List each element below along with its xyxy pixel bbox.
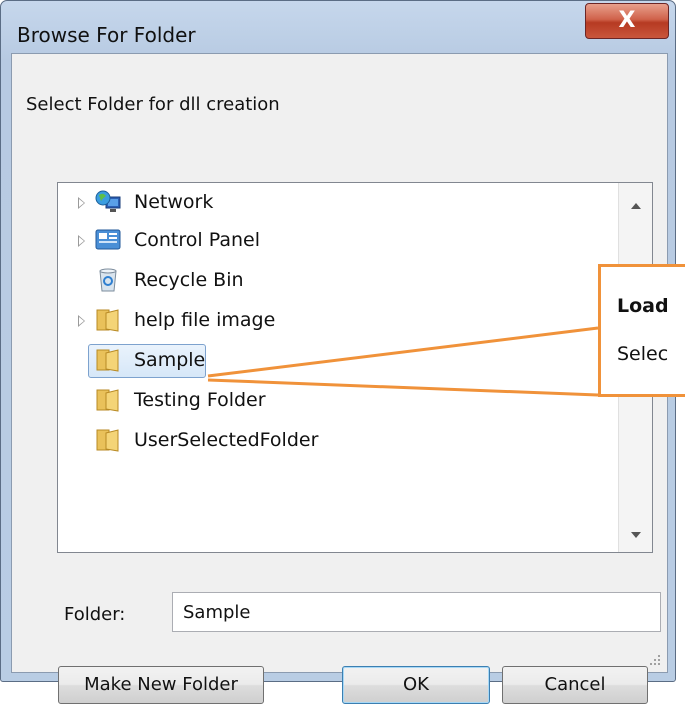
browse-for-folder-dialog: Browse For Folder X Select Folder for dl…: [0, 0, 676, 704]
close-button[interactable]: X: [585, 3, 669, 39]
cancel-button[interactable]: Cancel: [502, 666, 648, 704]
folder-icon: [94, 427, 122, 453]
tree-item-help-file-image[interactable]: help file image: [58, 303, 618, 339]
control-panel-icon: [94, 227, 122, 253]
tree-item-recycle-bin[interactable]: Recycle Bin: [58, 263, 618, 299]
tree-item-label: Testing Folder: [134, 389, 266, 411]
make-new-folder-button[interactable]: Make New Folder: [58, 666, 264, 704]
folder-input[interactable]: [172, 592, 661, 632]
tree-item-label: help file image: [134, 309, 276, 331]
tree-item-user-selected-folder[interactable]: UserSelectedFolder: [58, 423, 618, 459]
ok-button[interactable]: OK: [342, 666, 490, 704]
annotation-callout: Load Selec: [598, 264, 685, 397]
folder-label: Folder:: [64, 604, 126, 625]
close-icon: X: [618, 8, 636, 33]
dialog-client-area: Select Folder for dll creation Network C…: [11, 53, 668, 704]
tree-item-label: Network: [134, 191, 214, 213]
folder-icon: [94, 307, 122, 333]
dialog-title: Browse For Folder: [17, 23, 196, 47]
expand-arrow-icon[interactable]: [78, 196, 90, 210]
callout-title: Load: [617, 295, 669, 317]
expand-arrow-icon[interactable]: [78, 314, 90, 328]
folder-icon: [94, 387, 122, 413]
tree-item-label: Recycle Bin: [134, 269, 244, 291]
folder-icon: [94, 347, 122, 373]
tree-item-network[interactable]: Network: [58, 185, 618, 221]
network-icon: [94, 189, 122, 215]
resize-grip-icon[interactable]: [647, 652, 661, 666]
tree-item-sample[interactable]: Sample: [58, 343, 618, 379]
tree-item-control-panel[interactable]: Control Panel: [58, 223, 618, 259]
expand-arrow-icon[interactable]: [78, 234, 90, 248]
tree-item-label: Sample: [134, 349, 206, 371]
scroll-up-arrow-icon[interactable]: [631, 203, 641, 209]
folder-tree[interactable]: Network Control Panel Recycle Bin help f…: [57, 182, 653, 553]
tree-item-testing-folder[interactable]: Testing Folder: [58, 383, 618, 419]
callout-text: Selec: [617, 343, 669, 365]
tree-item-label: UserSelectedFolder: [134, 429, 319, 451]
recycle-bin-icon: [94, 267, 122, 293]
scroll-down-arrow-icon[interactable]: [631, 532, 641, 538]
instruction-text: Select Folder for dll creation: [26, 94, 280, 115]
tree-item-label: Control Panel: [134, 229, 260, 251]
